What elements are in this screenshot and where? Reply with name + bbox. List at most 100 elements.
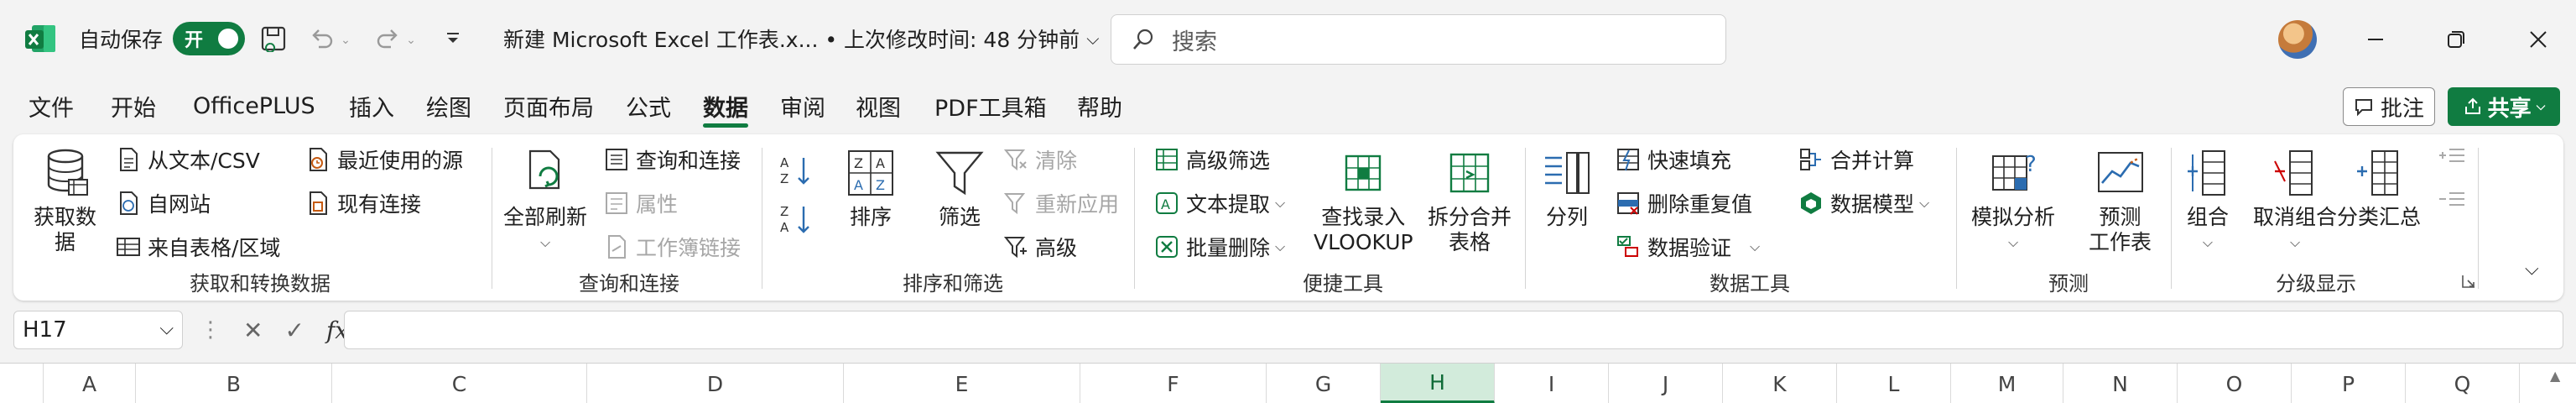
tab-insert[interactable]: 插入	[349, 87, 394, 124]
text-to-columns-button[interactable]: 分列	[1540, 146, 1594, 230]
column-header-b[interactable]: B	[136, 364, 332, 403]
refresh-all-button[interactable]: 全部刷新 ⌵	[503, 146, 587, 255]
tab-draw[interactable]: 绘图	[426, 87, 471, 124]
vlookup-icon	[1345, 154, 1382, 191]
restore-icon[interactable]	[2431, 18, 2481, 60]
get-data-button[interactable]: 获取数 据	[34, 146, 96, 255]
close-icon[interactable]	[2513, 18, 2563, 60]
subtotal-button[interactable]: 分类汇总	[2337, 146, 2421, 230]
group-label-sort-filter: 排序和筛选	[903, 272, 1003, 296]
column-header-l[interactable]: L	[1837, 364, 1951, 403]
from-table-button[interactable]: 来自表格/区域	[116, 232, 280, 262]
show-detail-button[interactable]	[2438, 143, 2466, 168]
ungroup-button[interactable]: 取消组合 ⌵	[2253, 146, 2337, 255]
recent-sources-button[interactable]: 最近使用的源	[305, 144, 463, 175]
column-header-g[interactable]: G	[1267, 364, 1381, 403]
more-options-icon[interactable]: ⋮	[200, 317, 221, 343]
dialog-launcher-icon[interactable]	[2461, 274, 2476, 289]
column-header-k[interactable]: K	[1723, 364, 1837, 403]
select-all-corner[interactable]	[0, 364, 44, 403]
what-if-analysis-button[interactable]: ? 模拟分析 ⌵	[1971, 146, 2055, 255]
tab-file[interactable]: 文件	[29, 87, 74, 124]
edit-links-button[interactable]: 工作簿链接	[604, 232, 741, 262]
avatar[interactable]	[2278, 20, 2317, 59]
group-label-get-transform: 获取和转换数据	[190, 272, 330, 296]
minimize-icon[interactable]	[2350, 18, 2401, 60]
tab-page-layout[interactable]: 页面布局	[503, 87, 594, 124]
data-validation-button[interactable]: 数据验证 ⌵	[1616, 232, 1760, 262]
search-input[interactable]: 搜索	[1111, 14, 1726, 65]
share-button[interactable]: 共享 ⌵	[2448, 87, 2560, 126]
formula-input[interactable]	[344, 311, 2563, 349]
column-header-o[interactable]: O	[2178, 364, 2292, 403]
document-title[interactable]: 新建 Microsoft Excel 工作表.x... • 上次修改时间: 48…	[503, 24, 1099, 54]
queries-connections-button[interactable]: 查询和连接	[604, 144, 741, 175]
queries-icon	[606, 149, 627, 170]
column-header-d[interactable]: D	[587, 364, 844, 403]
filter-button[interactable]: 筛选	[933, 146, 986, 230]
tab-formulas[interactable]: 公式	[626, 87, 671, 124]
tab-data[interactable]: 数据	[703, 87, 748, 128]
scroll-up-icon[interactable]: ▲	[2550, 368, 2560, 384]
enter-icon[interactable]: ✓	[284, 317, 304, 344]
column-header-e[interactable]: E	[844, 364, 1080, 403]
comments-button[interactable]: 批注	[2343, 87, 2435, 126]
tab-help[interactable]: 帮助	[1077, 87, 1122, 124]
forecast-sheet-button[interactable]: 预测 工作表	[2089, 146, 2152, 255]
advanced-filter-button[interactable]: 高级	[1003, 232, 1077, 262]
from-text-csv-button[interactable]: 从文本/CSV	[116, 144, 260, 175]
chevron-down-icon[interactable]: ⌵	[159, 318, 174, 339]
from-web-button[interactable]: 自网站	[116, 188, 211, 218]
column-header-q[interactable]: Q	[2406, 364, 2520, 403]
text-extract-button[interactable]: A 文本提取 ⌵	[1154, 188, 1285, 218]
tab-home[interactable]: 开始	[111, 87, 156, 124]
comments-label: 批注	[2380, 96, 2424, 122]
column-header-i[interactable]: I	[1495, 364, 1609, 403]
name-box[interactable]: H17 ⌵	[13, 311, 183, 349]
data-model-button[interactable]: 数据模型 ⌵	[1798, 188, 1929, 218]
customize-toolbar-icon[interactable]	[436, 22, 470, 55]
column-header-m[interactable]: M	[1951, 364, 2063, 403]
properties-button[interactable]: 属性	[604, 188, 678, 218]
column-header-j[interactable]: J	[1609, 364, 1723, 403]
data-validation-label: 数据验证	[1647, 236, 1732, 260]
redo-icon[interactable]	[371, 22, 404, 55]
split-merge-button[interactable]: 拆分合并 表格	[1428, 146, 1512, 255]
save-icon[interactable]	[257, 22, 290, 55]
batch-delete-button[interactable]: 批量删除 ⌵	[1154, 232, 1285, 262]
column-header-n[interactable]: N	[2063, 364, 2178, 403]
consolidate-button[interactable]: 合并计算	[1798, 144, 1914, 175]
remove-duplicates-button[interactable]: 删除重复值	[1616, 188, 1752, 218]
tab-officeplus[interactable]: OfficePLUS	[193, 87, 315, 124]
redo-dropdown-icon[interactable]: ⌄	[403, 24, 419, 57]
hide-detail-button[interactable]	[2438, 186, 2466, 212]
tab-review[interactable]: 审阅	[780, 87, 825, 124]
svg-text:Z: Z	[854, 155, 863, 171]
reapply-label: 重新应用	[1035, 192, 1120, 217]
forecast-sheet-icon	[2097, 152, 2143, 192]
undo-icon[interactable]	[305, 22, 339, 55]
clear-filter-button[interactable]: 清除	[1003, 144, 1077, 175]
cancel-icon[interactable]: ✕	[243, 317, 263, 344]
sort-ascending-button[interactable]: AZ	[778, 153, 814, 188]
flash-fill-button[interactable]: 快速填充	[1616, 144, 1731, 175]
tab-view[interactable]: 视图	[856, 87, 901, 124]
column-header-h[interactable]: H	[1381, 364, 1495, 403]
existing-connections-button[interactable]: 现有连接	[305, 188, 421, 218]
advanced-filter-tool-button[interactable]: 高级筛选	[1154, 144, 1270, 175]
vlookup-button[interactable]: 查找录入 VLOOKUP	[1314, 146, 1413, 255]
column-header-p[interactable]: P	[2292, 364, 2406, 403]
clear-filter-icon	[1003, 149, 1027, 171]
column-header-c[interactable]: C	[332, 364, 587, 403]
group-button[interactable]: 组合 ⌵	[2181, 146, 2235, 255]
group-label-data-tools: 数据工具	[1710, 272, 1790, 296]
autosave-toggle[interactable]: 开	[173, 22, 245, 55]
tab-pdf-toolbox[interactable]: PDF工具箱	[934, 87, 1047, 124]
sort-descending-button[interactable]: ZA	[778, 202, 814, 237]
collapse-ribbon-icon[interactable]: ⌵	[2525, 259, 2539, 280]
column-header-a[interactable]: A	[44, 364, 136, 403]
undo-dropdown-icon[interactable]: ⌄	[337, 24, 354, 57]
sort-button[interactable]: ZAAZ 排序	[844, 146, 898, 230]
reapply-button[interactable]: 重新应用	[1003, 188, 1119, 218]
column-header-f[interactable]: F	[1080, 364, 1267, 403]
